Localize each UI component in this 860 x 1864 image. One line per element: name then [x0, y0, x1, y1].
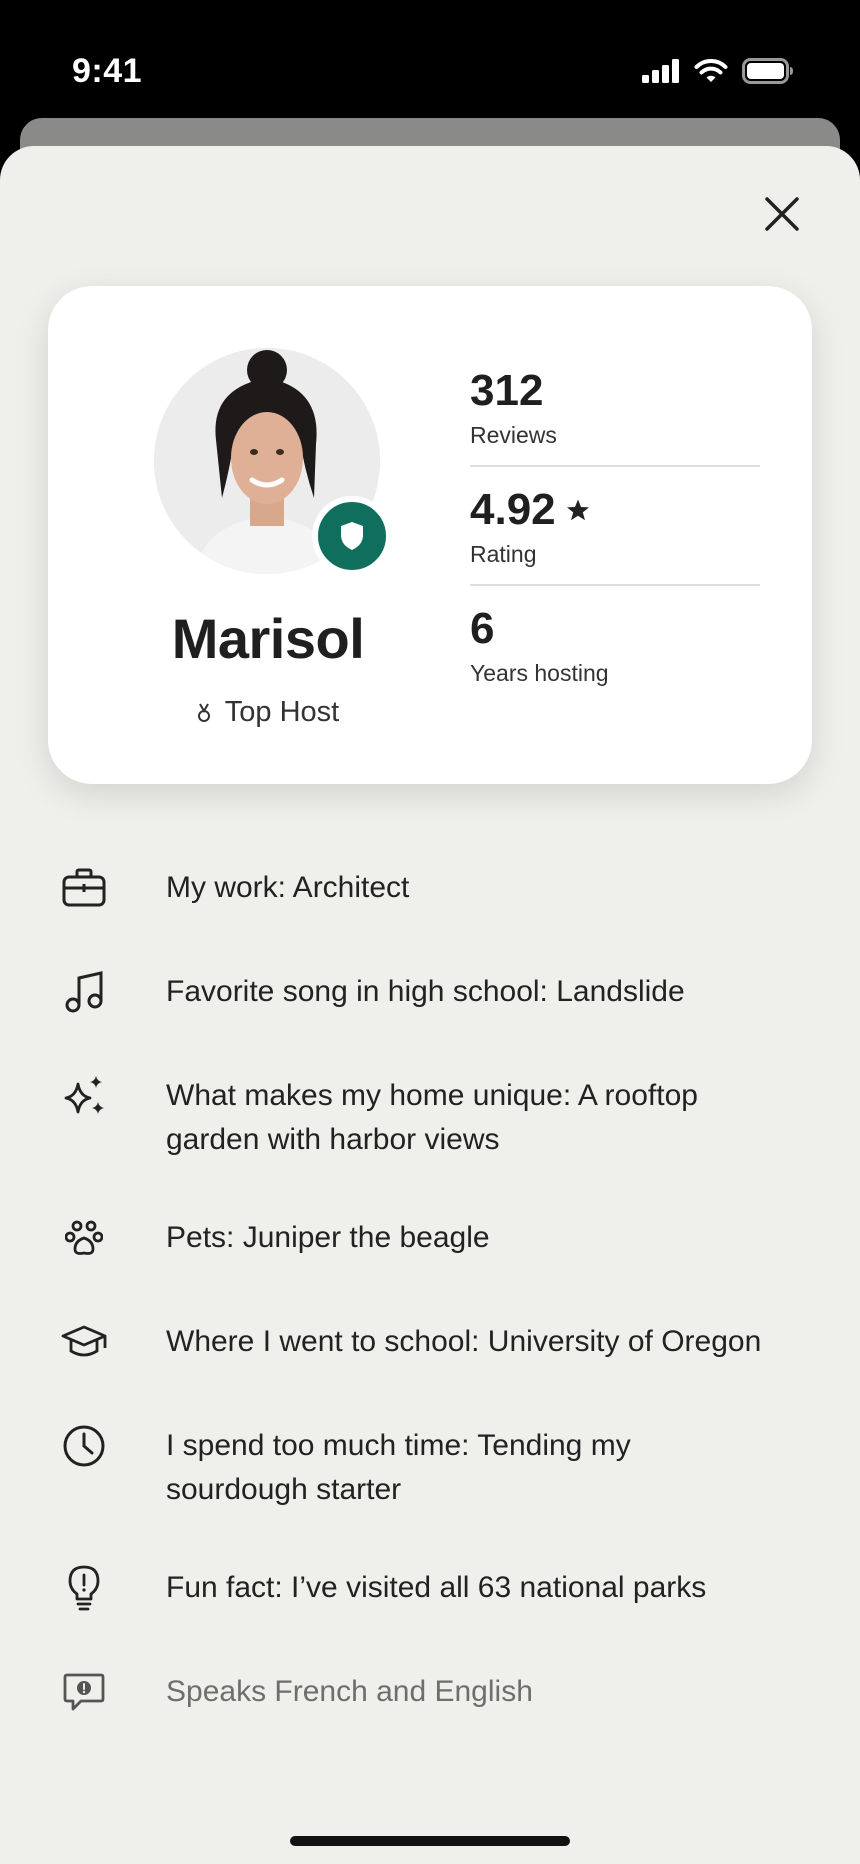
fact-text: Pets: Juniper the beagle	[166, 1221, 490, 1254]
fact-favorite-song: Favorite song in high school: Landslide	[56, 970, 816, 1020]
fact-text: My work: Architect	[166, 871, 410, 904]
briefcase-icon	[56, 860, 112, 916]
fact-fun-fact: Fun fact: I’ve visited all 63 national p…	[56, 1565, 816, 1616]
stat-value: 312	[470, 366, 544, 415]
avatar-container	[154, 348, 392, 576]
cellular-signal-icon	[642, 59, 679, 83]
close-button[interactable]	[756, 188, 808, 240]
fact-text: Fun fact: I’ve visited all 63 national p…	[166, 1571, 707, 1604]
graduation-cap-icon	[56, 1314, 112, 1370]
battery-icon	[742, 58, 793, 84]
fact-languages: Speaks French and English	[56, 1670, 816, 1720]
paw-icon	[56, 1210, 112, 1266]
lightbulb-icon	[56, 1560, 112, 1616]
home-indicator[interactable]	[290, 1836, 570, 1846]
stat-value: 4.92	[470, 485, 760, 535]
stat-label: Rating	[470, 541, 537, 567]
fact-text: Favorite song in high school: Landslide	[166, 975, 685, 1008]
verified-badge	[312, 496, 392, 576]
stat-years-hosting: 6 Years hosting	[470, 584, 760, 703]
fact-pets: Pets: Juniper the beagle	[56, 1216, 816, 1266]
fact-home-unique: What makes my home unique: A rooftop gar…	[56, 1074, 816, 1162]
status-bar: 9:41	[0, 0, 860, 118]
star-icon	[566, 499, 589, 521]
fact-school: Where I went to school: University of Or…	[56, 1320, 816, 1370]
fact-text: What makes my home unique: A rooftop gar…	[166, 1079, 698, 1156]
sparkles-icon	[56, 1068, 112, 1124]
status-icons	[642, 58, 794, 84]
stat-reviews[interactable]: 312 Reviews	[470, 366, 760, 465]
top-host-label: Top Host	[224, 696, 340, 728]
fact-text: I spend too much time: Tending my sourdo…	[166, 1429, 631, 1506]
stat-label: Reviews	[470, 422, 557, 448]
fact-spend-time: I spend too much time: Tending my sourdo…	[56, 1424, 816, 1512]
medal-icon	[197, 703, 210, 722]
shield-icon	[341, 522, 363, 550]
fact-text: Where I went to school: University of Or…	[166, 1325, 762, 1358]
top-host-badge: Top Host	[108, 696, 428, 729]
fact-work: My work: Architect	[56, 866, 816, 916]
profile-sheet: Marisol Top Host 312 Reviews 4.92 Rating…	[0, 146, 860, 1864]
host-stats: 312 Reviews 4.92 Rating 6 Years hosting	[470, 366, 760, 703]
wifi-icon	[694, 59, 728, 82]
speech-bubble-icon	[56, 1664, 112, 1720]
music-note-icon	[56, 964, 112, 1020]
host-profile-card: Marisol Top Host 312 Reviews 4.92 Rating…	[48, 286, 812, 784]
host-name: Marisol	[171, 607, 365, 670]
host-facts-list: My work: Architect Favorite song in high…	[56, 866, 816, 1774]
clock-icon	[56, 1418, 112, 1474]
close-icon	[765, 197, 799, 231]
stat-label: Years hosting	[470, 660, 609, 686]
fact-text: Speaks French and English	[166, 1675, 533, 1708]
stat-value: 6	[470, 604, 495, 653]
stat-rating: 4.92 Rating	[470, 465, 760, 584]
status-time: 9:41	[72, 52, 143, 90]
